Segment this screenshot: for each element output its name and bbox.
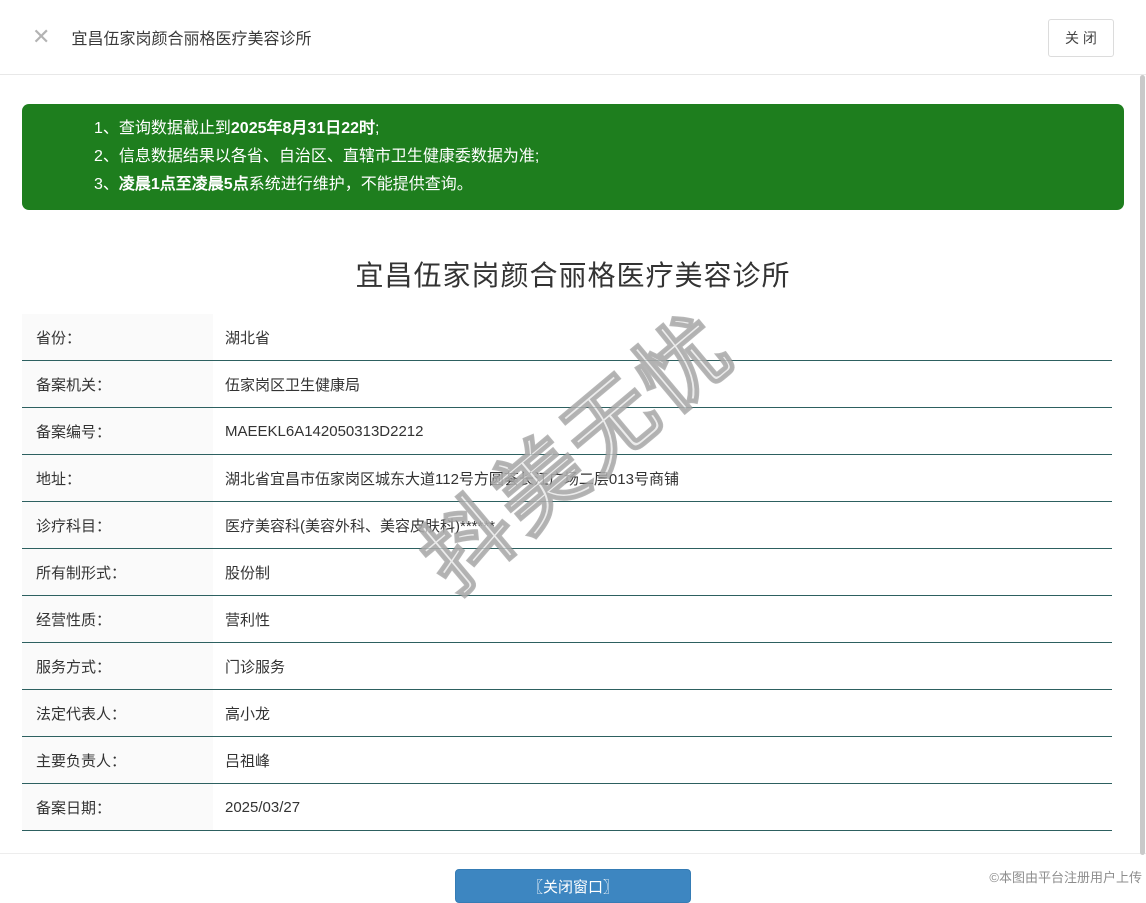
- table-row-operation-nature: 经营性质： 营利性: [22, 596, 1112, 643]
- notice-text: ;: [375, 120, 380, 137]
- row-label: 省份：: [22, 314, 213, 360]
- row-value: 吕祖峰: [213, 737, 1112, 783]
- institution-title: 宜昌伍家岗颜合丽格医疗美容诊所: [355, 260, 791, 291]
- notice-box: 1、查询数据截止到2025年8月31日22时; 2、信息数据结果以各省、自治区、…: [22, 104, 1124, 210]
- row-value: 门诊服务: [213, 643, 1112, 689]
- table-row-province: 省份： 湖北省: [22, 314, 1112, 361]
- footer-divider: [0, 853, 1146, 854]
- table-row-medical-subjects: 诊疗科目： 医疗美容科(美容外科、美容皮肤科)******: [22, 502, 1112, 549]
- row-value: 营利性: [213, 596, 1112, 642]
- notice-bold-text: 凌晨1点至凌晨5点: [118, 176, 249, 193]
- row-value: 湖北省: [213, 314, 1112, 360]
- header: ✕ 宜昌伍家岗颜合丽格医疗美容诊所 关 闭: [0, 0, 1146, 75]
- scrollbar[interactable]: [1140, 75, 1145, 855]
- close-icon[interactable]: ✕: [32, 26, 50, 48]
- table-row-ownership-form: 所有制形式： 股份制: [22, 549, 1112, 596]
- row-label: 备案机关：: [22, 361, 213, 407]
- row-value: 高小龙: [213, 690, 1112, 736]
- notice-item-1: 1、查询数据截止到2025年8月31日22时;: [94, 115, 1104, 143]
- notice-item-2: 2、信息数据结果以各省、自治区、直辖市卫生健康委数据为准;: [94, 143, 1104, 171]
- row-value: 股份制: [213, 549, 1112, 595]
- notice-bold-text: 2025年8月31日22时: [230, 120, 375, 137]
- table-row-filing-date: 备案日期： 2025/03/27: [22, 784, 1112, 831]
- row-label: 服务方式：: [22, 643, 213, 689]
- footer: 〖关闭窗口〗: [0, 869, 1146, 903]
- table-row-legal-representative: 法定代表人： 高小龙: [22, 690, 1112, 737]
- notice-text: 2、信息数据结果以各省、自治区、直辖市卫生健康委数据为准;: [94, 148, 540, 165]
- table-row-filing-number: 备案编号： MAEEKL6A142050313D2212: [22, 408, 1112, 455]
- close-window-button[interactable]: 〖关闭窗口〗: [455, 869, 691, 903]
- row-label: 法定代表人：: [22, 690, 213, 736]
- row-value: 伍家岗区卫生健康局: [213, 361, 1112, 407]
- row-label: 诊疗科目：: [22, 502, 213, 548]
- row-label: 主要负责人：: [22, 737, 213, 783]
- row-label: 备案编号：: [22, 408, 213, 454]
- table-row-address: 地址： 湖北省宜昌市伍家岗区城东大道112号方圆荟长江广场二层013号商铺: [22, 455, 1112, 502]
- table-row-filing-authority: 备案机关： 伍家岗区卫生健康局: [22, 361, 1112, 408]
- notice-text: 系统进行维护，不能提供查询。: [248, 176, 473, 193]
- copyright-note: ©本图由平台注册用户上传: [989, 870, 1142, 885]
- info-table: 省份： 湖北省 备案机关： 伍家岗区卫生健康局 备案编号： MAEEKL6A14…: [22, 314, 1112, 831]
- table-row-service-mode: 服务方式： 门诊服务: [22, 643, 1112, 690]
- row-value: 2025/03/27: [213, 784, 1112, 830]
- table-row-principal: 主要负责人： 吕祖峰: [22, 737, 1112, 784]
- row-label: 地址：: [22, 455, 213, 501]
- row-value: MAEEKL6A142050313D2212: [213, 408, 1112, 454]
- page-title: 宜昌伍家岗颜合丽格医疗美容诊所: [71, 31, 312, 48]
- notice-text: 1、查询数据截止到: [94, 120, 231, 137]
- row-label: 备案日期：: [22, 784, 213, 830]
- row-value: 湖北省宜昌市伍家岗区城东大道112号方圆荟长江广场二层013号商铺: [213, 455, 1112, 501]
- row-label: 经营性质：: [22, 596, 213, 642]
- row-label: 所有制形式：: [22, 549, 213, 595]
- notice-item-3: 3、凌晨1点至凌晨5点系统进行维护，不能提供查询。: [94, 171, 1104, 199]
- notice-text: 3、: [94, 176, 119, 193]
- close-button[interactable]: 关 闭: [1048, 19, 1114, 57]
- row-value: 医疗美容科(美容外科、美容皮肤科)******: [213, 502, 1112, 548]
